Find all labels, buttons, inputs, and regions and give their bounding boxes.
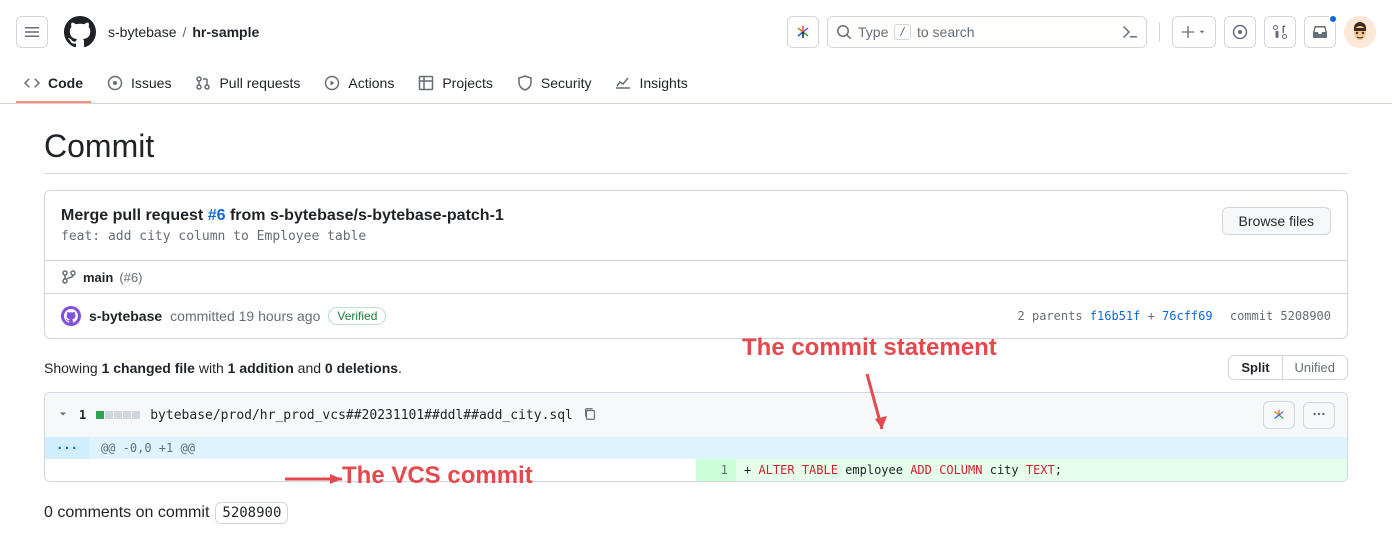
separator — [1159, 22, 1160, 42]
repo-tabs: Code Issues Pull requests Actions Projec… — [0, 64, 1392, 104]
issue-icon — [107, 75, 123, 91]
command-palette-icon — [1122, 24, 1138, 40]
author-info: s-bytebase committed 19 hours ago Verifi… — [61, 306, 386, 326]
sha-plus: + — [1140, 309, 1162, 323]
pr-icon — [1272, 24, 1288, 40]
kebab-icon — [1312, 407, 1326, 421]
diff-view-toggle: Split Unified — [1228, 355, 1348, 380]
commit-description: feat: add city column to Employee table — [61, 229, 504, 244]
tab-security[interactable]: Security — [509, 64, 600, 103]
files-count[interactable]: 1 changed file — [102, 360, 195, 376]
tab-insights-label: Insights — [639, 75, 687, 91]
author-avatar[interactable] — [61, 306, 81, 326]
graph-icon — [615, 75, 631, 91]
parents-label: 2 parents — [1018, 309, 1090, 323]
create-new-button[interactable] — [1172, 16, 1216, 48]
tab-code[interactable]: Code — [16, 64, 91, 103]
breadcrumb-separator: / — [182, 24, 186, 40]
file-change-count: 1 — [79, 408, 86, 422]
diff-summary: Showing 1 changed file with 1 addition a… — [44, 360, 402, 376]
search-key: / — [894, 24, 911, 40]
copy-path-button[interactable] — [583, 407, 597, 424]
parent-sha-1[interactable]: f16b51f — [1090, 309, 1141, 323]
tab-projects-label: Projects — [442, 75, 493, 91]
tab-actions-label: Actions — [348, 75, 394, 91]
notification-dot — [1328, 14, 1338, 24]
deletions-count: 0 deletions — [325, 360, 398, 376]
comments-text: 0 comments on commit — [44, 504, 209, 522]
search-icon — [836, 24, 852, 40]
tab-pulls-label: Pull requests — [219, 75, 300, 91]
pr-icon — [195, 75, 211, 91]
branch-icon — [61, 269, 77, 285]
code-icon — [24, 75, 40, 91]
branch-name[interactable]: main — [83, 270, 113, 285]
unified-view-button[interactable]: Unified — [1283, 356, 1347, 379]
diff-line: 1 + ALTER TABLE employee ADD COLUMN city… — [45, 459, 1347, 481]
file-diff: 1 bytebase/prod/hr_prod_vcs##20231101##d… — [44, 392, 1348, 482]
inbox-icon — [1312, 24, 1328, 40]
copilot-file-button[interactable] — [1263, 401, 1295, 429]
comments-sha: 5208900 — [215, 502, 288, 524]
file-menu-button[interactable] — [1303, 402, 1335, 429]
comments-header: 0 comments on commit 5208900 — [44, 502, 1348, 524]
shield-icon — [517, 75, 533, 91]
hunk-header: ··· @@ -0,0 +1 @@ — [45, 437, 1347, 459]
chevron-down-icon — [57, 408, 69, 420]
tab-projects[interactable]: Projects — [410, 64, 501, 103]
expand-hunk-button[interactable]: ··· — [45, 437, 89, 459]
play-icon — [324, 75, 340, 91]
page-title: Commit — [44, 128, 1348, 174]
commit-sha-label: commit — [1230, 309, 1281, 323]
breadcrumb: s-bytebase / hr-sample — [108, 24, 259, 40]
collapse-file-button[interactable] — [57, 407, 69, 423]
tab-code-label: Code — [48, 75, 83, 91]
copy-icon — [583, 407, 597, 421]
search-input[interactable]: Type / to search — [827, 16, 1147, 48]
branch-row: main (#6) — [45, 260, 1347, 293]
owner-link[interactable]: s-bytebase — [108, 24, 176, 40]
github-logo[interactable] — [64, 16, 96, 48]
hunk-text: @@ -0,0 +1 @@ — [89, 437, 207, 459]
issue-icon — [1232, 24, 1248, 40]
caret-down-icon — [1197, 27, 1207, 37]
hamburger-menu[interactable] — [16, 16, 48, 48]
issues-tray-button[interactable] — [1224, 16, 1256, 48]
copilot-button[interactable] — [787, 16, 819, 48]
pr-link[interactable]: #6 — [208, 207, 226, 224]
browse-files-button[interactable]: Browse files — [1222, 207, 1331, 235]
parent-sha-2[interactable]: 76cff69 — [1162, 309, 1213, 323]
line-number: 1 — [696, 459, 736, 481]
additions-count: 1 addition — [228, 360, 294, 376]
table-icon — [418, 75, 434, 91]
code-line: + ALTER TABLE employee ADD COLUMN city T… — [736, 459, 1070, 481]
tab-issues[interactable]: Issues — [99, 64, 179, 103]
commit-time: committed 19 hours ago — [170, 308, 320, 324]
user-avatar[interactable] — [1344, 16, 1376, 48]
tab-pulls[interactable]: Pull requests — [187, 64, 308, 103]
commit-sha: 5208900 — [1280, 309, 1331, 323]
commit-meta: 2 parents f16b51f + 76cff69 commit 52089… — [1018, 309, 1331, 323]
commit-title: Merge pull request #6 from s-bytebase/s-… — [61, 207, 504, 225]
pull-requests-button[interactable] — [1264, 16, 1296, 48]
author-name[interactable]: s-bytebase — [89, 308, 162, 324]
split-view-button[interactable]: Split — [1229, 356, 1282, 379]
plus-icon — [1181, 25, 1195, 39]
tab-issues-label: Issues — [131, 75, 171, 91]
pr-ref[interactable]: (#6) — [119, 270, 142, 285]
tab-actions[interactable]: Actions — [316, 64, 402, 103]
file-path[interactable]: bytebase/prod/hr_prod_vcs##20231101##ddl… — [150, 408, 573, 423]
commit-box: Merge pull request #6 from s-bytebase/s-… — [44, 190, 1348, 339]
commit-title-prefix: Merge pull request — [61, 207, 208, 224]
tab-insights[interactable]: Insights — [607, 64, 695, 103]
search-text-suffix: to search — [917, 24, 975, 40]
diffstat — [96, 411, 140, 419]
repo-link[interactable]: hr-sample — [192, 24, 259, 40]
tab-security-label: Security — [541, 75, 592, 91]
commit-title-suffix: from s-bytebase/s-bytebase-patch-1 — [226, 207, 504, 224]
verified-badge[interactable]: Verified — [328, 307, 386, 325]
search-text-prefix: Type — [858, 24, 888, 40]
